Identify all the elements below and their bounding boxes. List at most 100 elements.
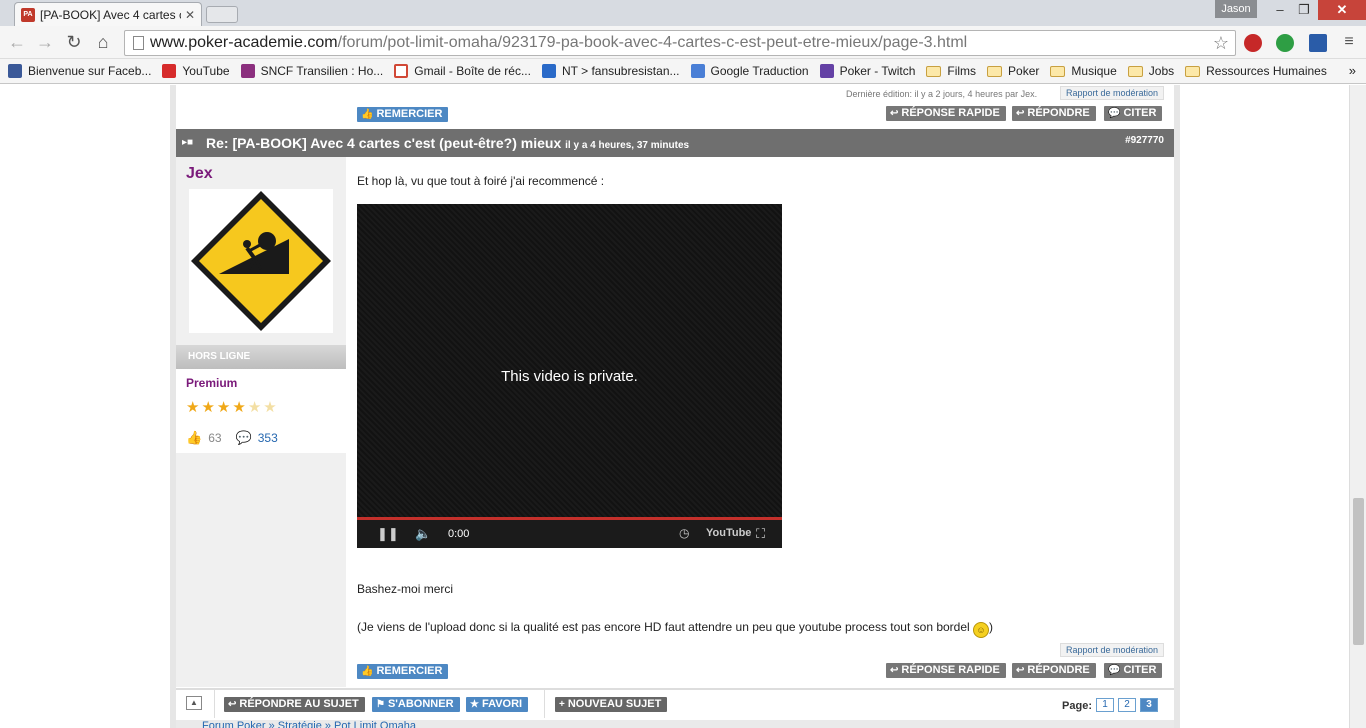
thank-button[interactable]: 👍 REMERCIER <box>357 664 449 679</box>
youtube-icon <box>162 64 177 78</box>
reply-button-prev[interactable]: ↩ RÉPONDRE <box>1012 106 1096 121</box>
bookmark-gmail[interactable]: Gmail - Boîte de réc... <box>394 64 531 78</box>
page-icon <box>133 36 144 50</box>
volume-icon[interactable]: 🔈 <box>415 526 431 542</box>
post-permalink[interactable]: #927770 <box>1125 135 1164 146</box>
pager-label: Page: <box>1062 700 1092 712</box>
close-tab-icon[interactable]: ✕ <box>185 8 195 22</box>
forward-icon[interactable]: → <box>34 31 56 53</box>
page-link-current[interactable]: 3 <box>1140 698 1158 712</box>
folder-icon <box>1127 65 1143 77</box>
subscribe-button[interactable]: ⚑ S'ABONNER <box>372 697 460 712</box>
bookmark-folder-poker[interactable]: Poker <box>987 64 1039 78</box>
bookmarks-overflow-icon[interactable]: » <box>1349 63 1356 78</box>
folder-icon <box>1050 65 1066 77</box>
star-filled-icon: ★ <box>216 399 231 416</box>
extension-green-icon[interactable] <box>1276 34 1294 52</box>
page-viewport: Rapport de modération Dernière édition: … <box>0 85 1366 728</box>
page-link-1[interactable]: 1 <box>1096 698 1114 712</box>
bookmark-nt[interactable]: NT > fansubresistan... <box>541 64 680 78</box>
browser-tab-bar: PA [PA-BOOK] Avec 4 cartes c ✕ Jason – ❐… <box>0 0 1366 26</box>
quick-reply-button[interactable]: ↩ RÉPONSE RAPIDE <box>886 663 1006 678</box>
avatar[interactable] <box>189 189 333 333</box>
reply-button[interactable]: ↩ RÉPONDRE <box>1012 663 1096 678</box>
close-window-icon[interactable]: ✕ <box>1318 0 1366 20</box>
new-tab-button[interactable] <box>206 6 238 23</box>
bookmark-sncf[interactable]: SNCF Transilien : Ho... <box>240 64 383 78</box>
home-icon[interactable]: ⌂ <box>92 31 114 53</box>
menu-icon[interactable]: ≡ <box>1338 31 1360 53</box>
bookmark-star-icon[interactable]: ☆ <box>1213 33 1229 54</box>
quick-reply-button-prev[interactable]: ↩ RÉPONSE RAPIDE <box>886 106 1006 121</box>
folder-icon <box>1185 65 1201 77</box>
breadcrumb[interactable]: Forum Poker » Stratégie » Pot Limit Omah… <box>176 720 1174 728</box>
bookmark-folder-jobs[interactable]: Jobs <box>1127 64 1174 78</box>
bookmark-youtube[interactable]: YouTube <box>162 64 230 78</box>
bookmark-facebook[interactable]: Bienvenue sur Faceb... <box>8 64 151 78</box>
messages-count[interactable]: 353 <box>258 431 278 445</box>
post-intro: Et hop là, vu que tout à foiré j'ai reco… <box>357 174 605 188</box>
likes-count: 63 <box>208 431 222 445</box>
speech-bubble-icon: 💬 <box>235 430 252 445</box>
post-body: Et hop là, vu que tout à foiré j'ai reco… <box>346 157 1174 687</box>
youtube-logo[interactable]: YouTube <box>706 527 751 539</box>
new-topic-button[interactable]: + NOUVEAU SUJET <box>555 697 668 712</box>
back-icon[interactable]: ← <box>6 31 28 53</box>
extension-ds-icon[interactable] <box>1309 34 1327 52</box>
thumb-icon: 👍 <box>361 109 374 120</box>
star-icon: ★ <box>470 699 479 710</box>
thumb-icon: 👍 <box>361 666 374 677</box>
post-marker-icon: ▸■ <box>182 137 194 148</box>
watch-later-icon[interactable]: ◷ <box>679 526 689 540</box>
page-link-2[interactable]: 2 <box>1118 698 1136 712</box>
folder-icon <box>987 65 1003 77</box>
bookmark-google-translate[interactable]: Google Traduction <box>690 64 809 78</box>
nt-icon <box>541 64 556 78</box>
restore-icon[interactable]: ❐ <box>1290 0 1318 20</box>
pause-icon[interactable]: ❚❚ <box>377 526 399 542</box>
warning-sign-icon <box>189 189 333 333</box>
quote-button-prev[interactable]: 💬 CITER <box>1104 106 1163 121</box>
scroll-top-icon[interactable]: ▲ <box>186 696 202 710</box>
post-line-2: (Je viens de l'upload donc si la qualité… <box>357 620 993 638</box>
tab-title: [PA-BOOK] Avec 4 cartes c <box>40 7 181 22</box>
youtube-player[interactable]: This video is private. ❚❚ 🔈 0:00 ◷ YouTu… <box>357 204 782 548</box>
bookmark-twitch[interactable]: Poker - Twitch <box>819 64 915 78</box>
star-empty-icon: ★ <box>247 399 262 416</box>
reply-arrow-icon: ↩ <box>890 108 899 119</box>
video-canvas <box>357 204 782 518</box>
browser-toolbar: ← → ↻ ⌂ www.poker-academie.com/forum/pot… <box>0 26 1366 59</box>
bookmark-folder-films[interactable]: Films <box>926 64 976 78</box>
reload-icon[interactable]: ↻ <box>63 31 85 53</box>
extension-adblock-icon[interactable] <box>1244 34 1262 52</box>
browser-tab[interactable]: PA [PA-BOOK] Avec 4 cartes c ✕ <box>14 2 202 26</box>
google-translate-icon <box>690 64 705 78</box>
quote-button[interactable]: 💬 CITER <box>1104 663 1163 678</box>
profile-badge[interactable]: Jason <box>1215 0 1257 18</box>
star-empty-icon: ★ <box>263 399 277 416</box>
scrollbar-thumb[interactable] <box>1353 498 1364 645</box>
thank-button-prev[interactable]: 👍 REMERCIER <box>357 107 449 122</box>
report-link[interactable]: Rapport de modération <box>1060 643 1165 657</box>
reply-arrow-icon: ↩ <box>890 665 899 676</box>
url-text: www.poker-academie.com/forum/pot-limit-o… <box>150 34 968 51</box>
star-filled-icon: ★ <box>201 399 215 416</box>
gmail-icon <box>394 64 409 78</box>
address-bar[interactable]: www.poker-academie.com/forum/pot-limit-o… <box>124 30 1236 56</box>
fullscreen-icon[interactable]: ⛶ <box>756 526 765 542</box>
reply-topic-button[interactable]: ↩ RÉPONDRE AU SUJET <box>224 697 365 712</box>
author-name[interactable]: Jex <box>186 165 213 183</box>
bookmark-folder-musique[interactable]: Musique <box>1050 64 1117 78</box>
video-controls: ❚❚ 🔈 0:00 ◷ YouTube ⛶ <box>357 520 782 548</box>
report-link-prev[interactable]: Rapport de modération <box>1060 86 1165 100</box>
post-line-1: Bashez-moi merci <box>357 582 454 596</box>
quote-bubble-icon: 💬 <box>1108 665 1121 676</box>
site-favicon: PA <box>21 7 35 22</box>
video-message: This video is private. <box>501 368 638 385</box>
divider <box>544 690 545 718</box>
facebook-icon <box>8 64 22 78</box>
twitch-icon <box>819 64 834 78</box>
favorite-button[interactable]: ★ FAVORI <box>466 697 529 712</box>
page-scrollbar[interactable] <box>1349 85 1366 728</box>
bookmark-folder-rh[interactable]: Ressources Humaines <box>1185 64 1327 78</box>
